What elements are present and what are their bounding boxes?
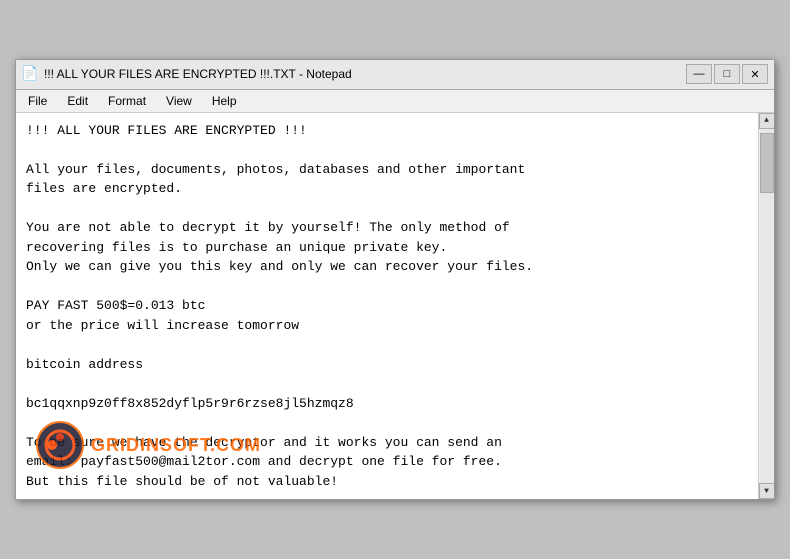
scroll-up-button[interactable]: ▲	[759, 113, 775, 129]
close-button[interactable]: ✕	[742, 64, 768, 84]
scrollbar: ▲ ▼	[758, 113, 774, 500]
window-title: !!! ALL YOUR FILES ARE ENCRYPTED !!!.TXT…	[44, 67, 352, 81]
title-bar-left: 📄 !!! ALL YOUR FILES ARE ENCRYPTED !!!.T…	[22, 66, 352, 82]
menu-view[interactable]: View	[158, 92, 200, 110]
menu-edit[interactable]: Edit	[59, 92, 96, 110]
title-bar-buttons: — □ ✕	[686, 64, 768, 84]
minimize-button[interactable]: —	[686, 64, 712, 84]
scroll-track[interactable]	[760, 129, 774, 484]
scroll-thumb[interactable]	[760, 133, 774, 193]
menu-help[interactable]: Help	[204, 92, 245, 110]
watermark: GRIDINSOFT.COM	[35, 420, 261, 470]
menu-format[interactable]: Format	[100, 92, 154, 110]
menu-bar: File Edit Format View Help	[16, 90, 774, 113]
notepad-icon: 📄	[22, 66, 38, 82]
watermark-text: GRIDINSOFT.COM	[91, 435, 261, 456]
scroll-down-button[interactable]: ▼	[759, 483, 775, 499]
title-bar: 📄 !!! ALL YOUR FILES ARE ENCRYPTED !!!.T…	[16, 60, 774, 90]
maximize-button[interactable]: □	[714, 64, 740, 84]
watermark-logo	[35, 420, 85, 470]
menu-file[interactable]: File	[20, 92, 55, 110]
